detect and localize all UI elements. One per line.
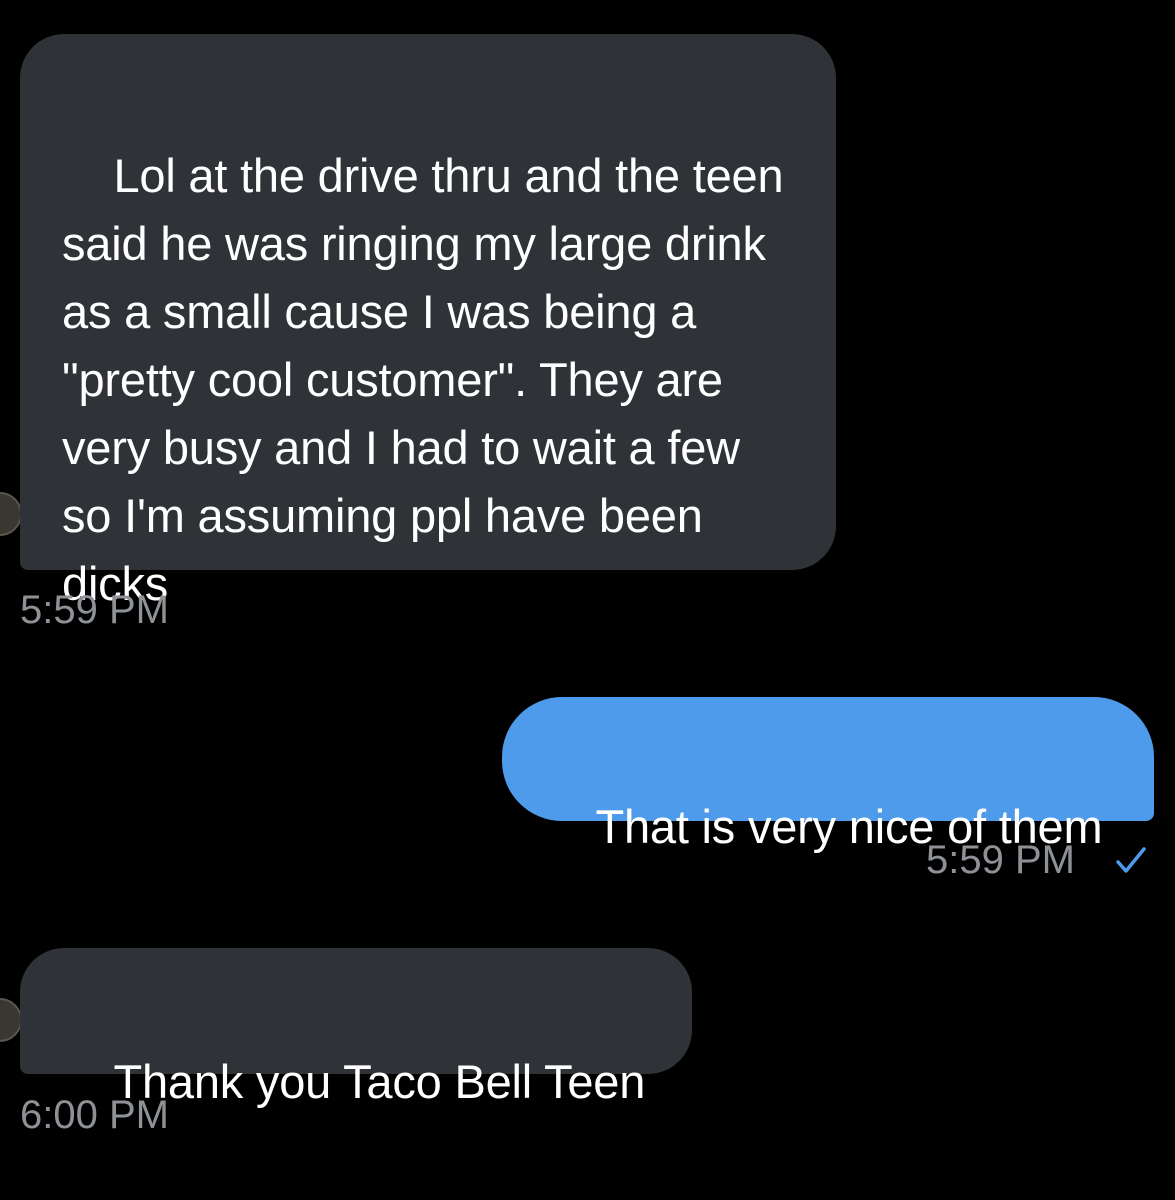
incoming-message-bubble[interactable]: Lol at the drive thru and the teen said … (20, 34, 836, 610)
message-timestamp: 5:59 PM (926, 838, 1075, 882)
conversation-view: Lol at the drive thru and the teen said … (0, 0, 1175, 1200)
message-text: Thank you Taco Bell Teen (113, 1055, 646, 1108)
sender-avatar[interactable] (0, 492, 22, 536)
sent-check-icon (1116, 847, 1146, 873)
message-timestamp: 6:00 PM (20, 1093, 169, 1137)
message-timestamp: 5:59 PM (20, 588, 169, 632)
message-text: Lol at the drive thru and the teen said … (62, 149, 797, 610)
outgoing-message-bubble[interactable]: That is very nice of them (502, 697, 1154, 853)
incoming-message-bubble[interactable]: Thank you Taco Bell Teen (20, 948, 692, 1108)
sender-avatar[interactable] (0, 998, 22, 1042)
